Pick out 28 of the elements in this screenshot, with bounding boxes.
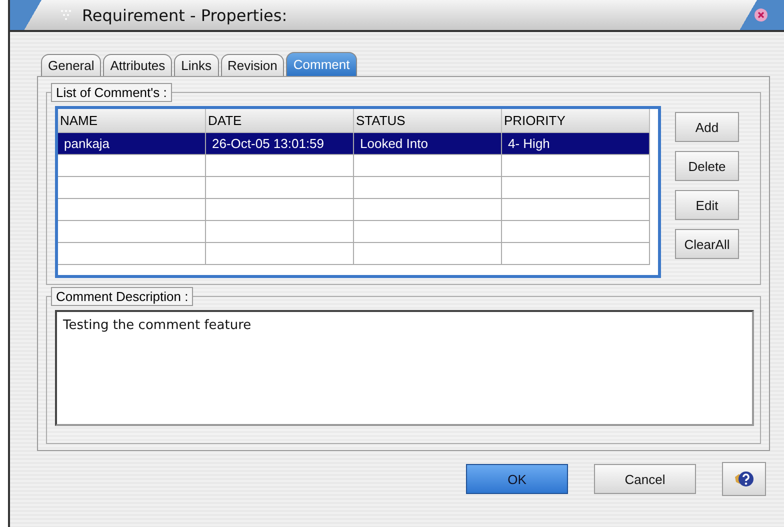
table-row[interactable] bbox=[58, 221, 650, 243]
table-row[interactable]: pankaja 26-Oct-05 13:01:59 Looked Into 4- High bbox=[58, 133, 650, 155]
column-header[interactable]: DATE bbox=[206, 109, 354, 133]
column-header[interactable]: STATUS bbox=[354, 109, 502, 133]
grip-icon bbox=[60, 9, 74, 21]
table-row[interactable] bbox=[58, 155, 650, 177]
side-button[interactable]: ClearAll bbox=[675, 229, 739, 259]
column-header[interactable]: NAME bbox=[58, 109, 206, 133]
table-row[interactable] bbox=[58, 199, 650, 221]
table-row[interactable] bbox=[58, 177, 650, 199]
group-label: List of Comment's : bbox=[51, 83, 172, 102]
dialog-button[interactable]: Cancel bbox=[594, 464, 696, 494]
side-button[interactable]: Add bbox=[675, 112, 739, 142]
tab[interactable]: Attributes bbox=[103, 54, 172, 76]
table-row[interactable] bbox=[58, 243, 650, 265]
tab[interactable]: Links bbox=[174, 54, 219, 76]
tab[interactable]: General bbox=[41, 54, 102, 76]
tab[interactable]: Revision bbox=[220, 54, 284, 76]
help-button[interactable] bbox=[722, 462, 766, 496]
side-button[interactable]: Delete bbox=[675, 151, 739, 181]
close-icon bbox=[754, 8, 768, 22]
close-button[interactable] bbox=[738, 0, 784, 30]
column-header[interactable]: PRIORITY bbox=[502, 109, 650, 133]
description-field[interactable]: Testing the comment feature bbox=[55, 310, 754, 426]
side-button[interactable]: Edit bbox=[675, 190, 739, 220]
group-label: Comment Description : bbox=[51, 287, 194, 306]
window-title: Requirement - Properties: bbox=[82, 6, 288, 24]
dialog-button[interactable]: OK bbox=[466, 464, 568, 494]
